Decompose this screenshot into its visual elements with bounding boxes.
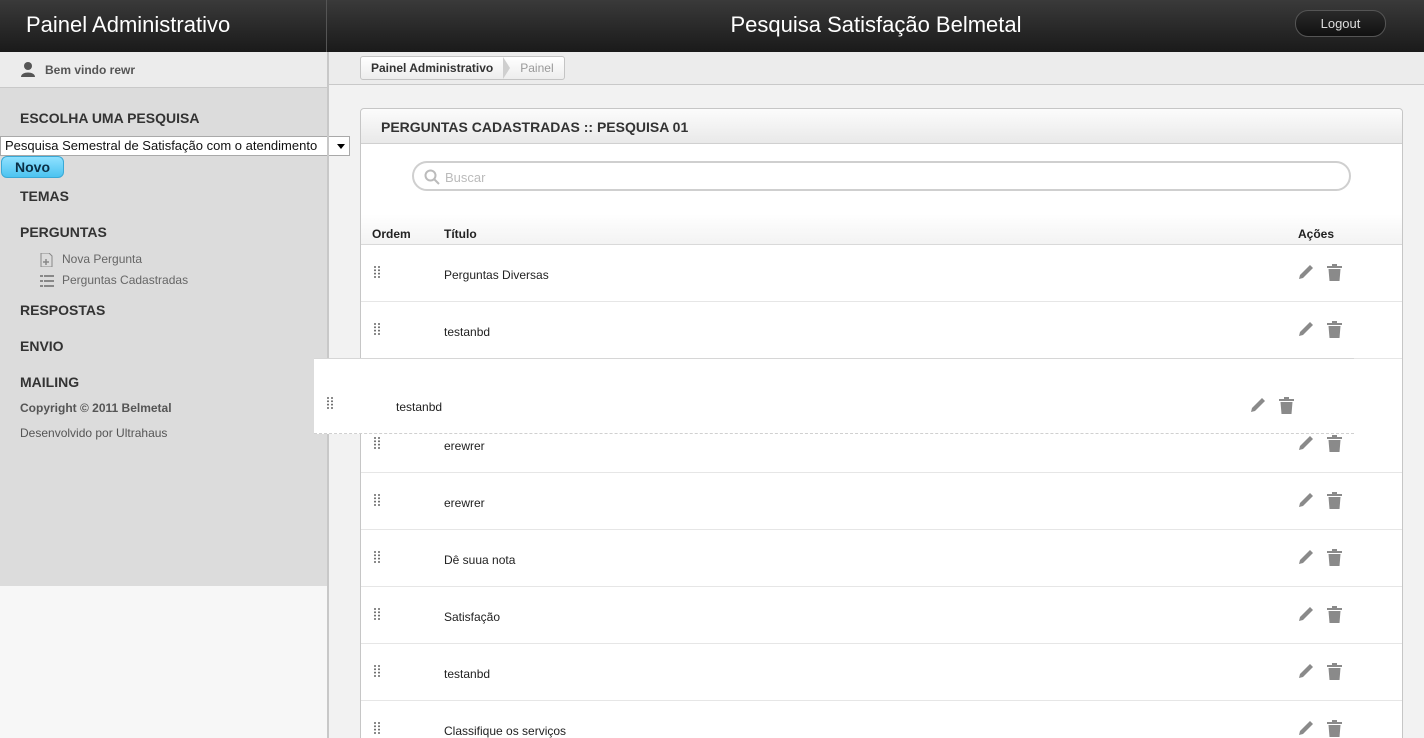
search-input[interactable]: Buscar (412, 161, 1351, 191)
trash-icon[interactable] (1326, 606, 1343, 623)
survey-select-value: Pesquisa Semestral de Satisfação com o a… (5, 138, 318, 153)
breadcrumb: Painel Administrativo Painel (360, 56, 565, 80)
new-document-icon (40, 252, 53, 267)
table-row[interactable]: Dê suua nota (361, 530, 1402, 587)
chevron-down-icon (337, 144, 345, 149)
edit-icon[interactable] (1297, 548, 1315, 566)
panel-header: PERGUNTAS CADASTRADAS :: PESQUISA 01 (361, 109, 1402, 144)
drag-handle-icon[interactable] (373, 322, 381, 336)
choose-survey-label: ESCOLHA UMA PESQUISA (20, 110, 200, 126)
row-title: Dê suua nota (444, 553, 516, 567)
column-header-order[interactable]: Ordem (372, 227, 411, 241)
nova-pergunta-label: Nova Pergunta (62, 252, 143, 266)
edit-icon[interactable] (1297, 605, 1315, 623)
edit-icon[interactable] (1297, 662, 1315, 680)
drag-handle-icon[interactable] (373, 664, 381, 678)
breadcrumb-item-painel[interactable]: Painel (510, 61, 563, 75)
search-icon (424, 169, 440, 185)
new-survey-button[interactable]: Novo (1, 156, 64, 178)
table-row[interactable]: testanbd (361, 644, 1402, 701)
edit-icon[interactable] (1297, 434, 1315, 452)
row-title: Classifique os serviços (444, 724, 567, 738)
welcome-bar: Bem vindo rewr (0, 52, 327, 88)
sidebar-item-mailing[interactable]: MAILING (20, 374, 79, 390)
row-title: erewrer (444, 496, 485, 510)
sidebar-item-perguntas-cadastradas[interactable]: Perguntas Cadastradas (40, 273, 188, 288)
table-row[interactable]: Perguntas Diversas (361, 245, 1402, 302)
site-title-text: Pesquisa Satisfação Belmetal (730, 12, 1022, 37)
list-icon (40, 274, 54, 287)
edit-icon[interactable] (1297, 320, 1315, 338)
brand: Painel Administrativo (0, 0, 327, 52)
row-title: testanbd (444, 325, 491, 339)
drag-handle-icon[interactable] (326, 396, 334, 410)
sidebar-item-perguntas[interactable]: PERGUNTAS (20, 224, 107, 240)
drag-handle-icon[interactable] (373, 436, 381, 450)
user-icon (21, 62, 35, 77)
row-title: Perguntas Diversas (444, 268, 549, 282)
perguntas-cadastradas-label: Perguntas Cadastradas (62, 273, 189, 287)
breadcrumb-item-admin[interactable]: Painel Administrativo (361, 61, 503, 75)
site-title: Pesquisa Satisfação Belmetal (328, 12, 1424, 38)
row-title: erewrer (444, 439, 485, 453)
row-title: testanbd (444, 667, 491, 681)
column-header-actions: Ações (1298, 227, 1335, 241)
edit-icon[interactable] (1297, 719, 1315, 737)
sidebar-item-nova-pergunta[interactable]: Nova Pergunta (40, 252, 142, 267)
table-row[interactable]: Classifique os serviços (361, 701, 1402, 738)
row-title: Satisfação (444, 610, 501, 624)
sidebar-item-respostas[interactable]: RESPOSTAS (20, 302, 105, 318)
edit-icon[interactable] (1297, 263, 1315, 281)
trash-icon[interactable] (1326, 663, 1343, 680)
edit-icon[interactable] (1249, 396, 1267, 414)
developer-text: Desenvolvido por Ultrahaus (20, 426, 168, 440)
panel-title: PERGUNTAS CADASTRADAS :: PESQUISA 01 (381, 119, 689, 135)
sidebar-item-envio[interactable]: ENVIO (20, 338, 64, 354)
drag-handle-icon[interactable] (373, 721, 381, 735)
drag-handle-icon[interactable] (373, 493, 381, 507)
edit-icon[interactable] (1297, 491, 1315, 509)
sidebar: Bem vindo rewr ESCOLHA UMA PESQUISA Pesq… (0, 52, 350, 586)
trash-icon[interactable] (1326, 720, 1343, 737)
column-header-title[interactable]: Título (444, 227, 477, 241)
table-header: Ordem Título Ações (361, 214, 1402, 245)
table-row[interactable]: testanbd (361, 302, 1402, 359)
trash-icon[interactable] (1278, 397, 1295, 414)
logout-button[interactable]: Logout (1295, 10, 1386, 37)
dragging-row[interactable]: testanbd (314, 358, 1354, 434)
trash-icon[interactable] (1326, 492, 1343, 509)
drag-handle-icon[interactable] (373, 265, 381, 279)
trash-icon[interactable] (1326, 264, 1343, 281)
breadcrumb-bar: Painel Administrativo Painel (329, 52, 1424, 85)
table-row[interactable]: Satisfação (361, 587, 1402, 644)
trash-icon[interactable] (1326, 321, 1343, 338)
breadcrumb-separator (503, 57, 511, 79)
sidebar-bottom (0, 586, 327, 738)
brand-title[interactable]: Painel Administrativo (26, 12, 230, 38)
search-placeholder: Buscar (445, 170, 486, 185)
drag-handle-icon[interactable] (373, 607, 381, 621)
top-bar: Painel Administrativo Pesquisa Satisfaçã… (0, 0, 1424, 52)
dragging-row-title: testanbd (396, 400, 443, 414)
welcome-text: Bem vindo rewr (45, 63, 136, 77)
copyright-text: Copyright © 2011 Belmetal (20, 401, 172, 415)
drag-handle-icon[interactable] (373, 550, 381, 564)
trash-icon[interactable] (1326, 435, 1343, 452)
survey-select[interactable]: Pesquisa Semestral de Satisfação com o a… (0, 136, 350, 156)
table-row[interactable]: erewrer (361, 473, 1402, 530)
sidebar-item-temas[interactable]: TEMAS (20, 188, 69, 204)
trash-icon[interactable] (1326, 549, 1343, 566)
